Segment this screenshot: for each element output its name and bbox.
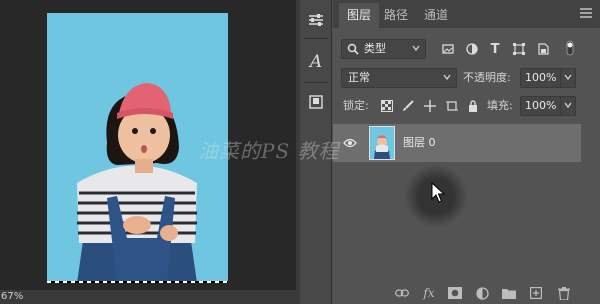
type-filter-icon[interactable]: T [487, 41, 503, 57]
adjustment-filter-icon[interactable] [464, 41, 480, 57]
filter-toggle-icon[interactable] [562, 40, 578, 56]
chevron-down-icon [564, 102, 572, 109]
layers-panel: 图层 路径 通道 类型 T 正常 不透明度: 100% 锁定: 填充: 100%… [333, 0, 600, 304]
fx-icon[interactable]: fx [422, 286, 436, 300]
tab-paths[interactable]: 路径 [376, 3, 416, 28]
lock-transparent-icon[interactable] [379, 98, 395, 114]
adjustment-layer-icon[interactable] [475, 286, 489, 300]
add-mask-icon[interactable] [448, 286, 462, 300]
new-layer-icon[interactable] [529, 286, 543, 300]
delete-icon[interactable] [557, 286, 571, 300]
watermark-text: 油菜的PS 教程 [198, 139, 340, 163]
lock-artboard-icon[interactable] [444, 98, 460, 114]
link-layers-icon[interactable] [395, 286, 409, 300]
panel-menu-icon[interactable] [580, 7, 592, 19]
strip-divider [304, 38, 328, 39]
filter-kind-select[interactable]: 类型 [341, 39, 426, 59]
layer-row[interactable]: 图层 0 [333, 124, 581, 162]
lock-all-icon[interactable] [465, 98, 481, 114]
character-a-icon[interactable]: A [304, 50, 328, 74]
panel-tabs: 图层 路径 通道 [333, 0, 600, 28]
fill-dropdown[interactable] [560, 96, 576, 116]
strip-divider [304, 82, 328, 83]
tab-channels[interactable]: 通道 [416, 3, 456, 28]
search-icon [347, 43, 359, 55]
group-folder-icon[interactable] [502, 286, 516, 300]
chevron-down-icon [412, 45, 420, 52]
paragraph-icon[interactable] [304, 90, 328, 114]
fill-label: 填充: [487, 99, 513, 112]
layer-name[interactable]: 图层 0 [403, 124, 436, 162]
blend-mode-value: 正常 [348, 71, 370, 84]
chevron-down-icon [564, 74, 572, 81]
lock-position-icon[interactable] [422, 98, 438, 114]
chevron-down-icon [443, 74, 451, 81]
mouse-cursor-icon [431, 182, 445, 203]
eye-icon[interactable] [343, 138, 357, 148]
blend-mode-select[interactable]: 正常 [341, 68, 457, 88]
tab-layers[interactable]: 图层 [339, 3, 380, 28]
lock-label: 锁定: [343, 99, 369, 112]
lock-paint-icon[interactable] [400, 98, 416, 114]
opacity-dropdown[interactable] [560, 68, 576, 88]
layer-thumbnail[interactable] [369, 126, 395, 160]
smart-object-filter-icon[interactable] [535, 41, 551, 57]
opacity-label: 不透明度: [463, 71, 511, 84]
filter-kind-label: 类型 [364, 42, 386, 55]
selection-marching-ants [47, 281, 228, 283]
pixel-layer-filter-icon[interactable] [440, 41, 456, 57]
zoom-level[interactable]: 67% [0, 290, 296, 304]
adjust-sliders-icon[interactable] [304, 8, 328, 32]
shape-filter-icon[interactable] [511, 41, 527, 57]
layers-bottom-toolbar: fx [333, 282, 600, 304]
